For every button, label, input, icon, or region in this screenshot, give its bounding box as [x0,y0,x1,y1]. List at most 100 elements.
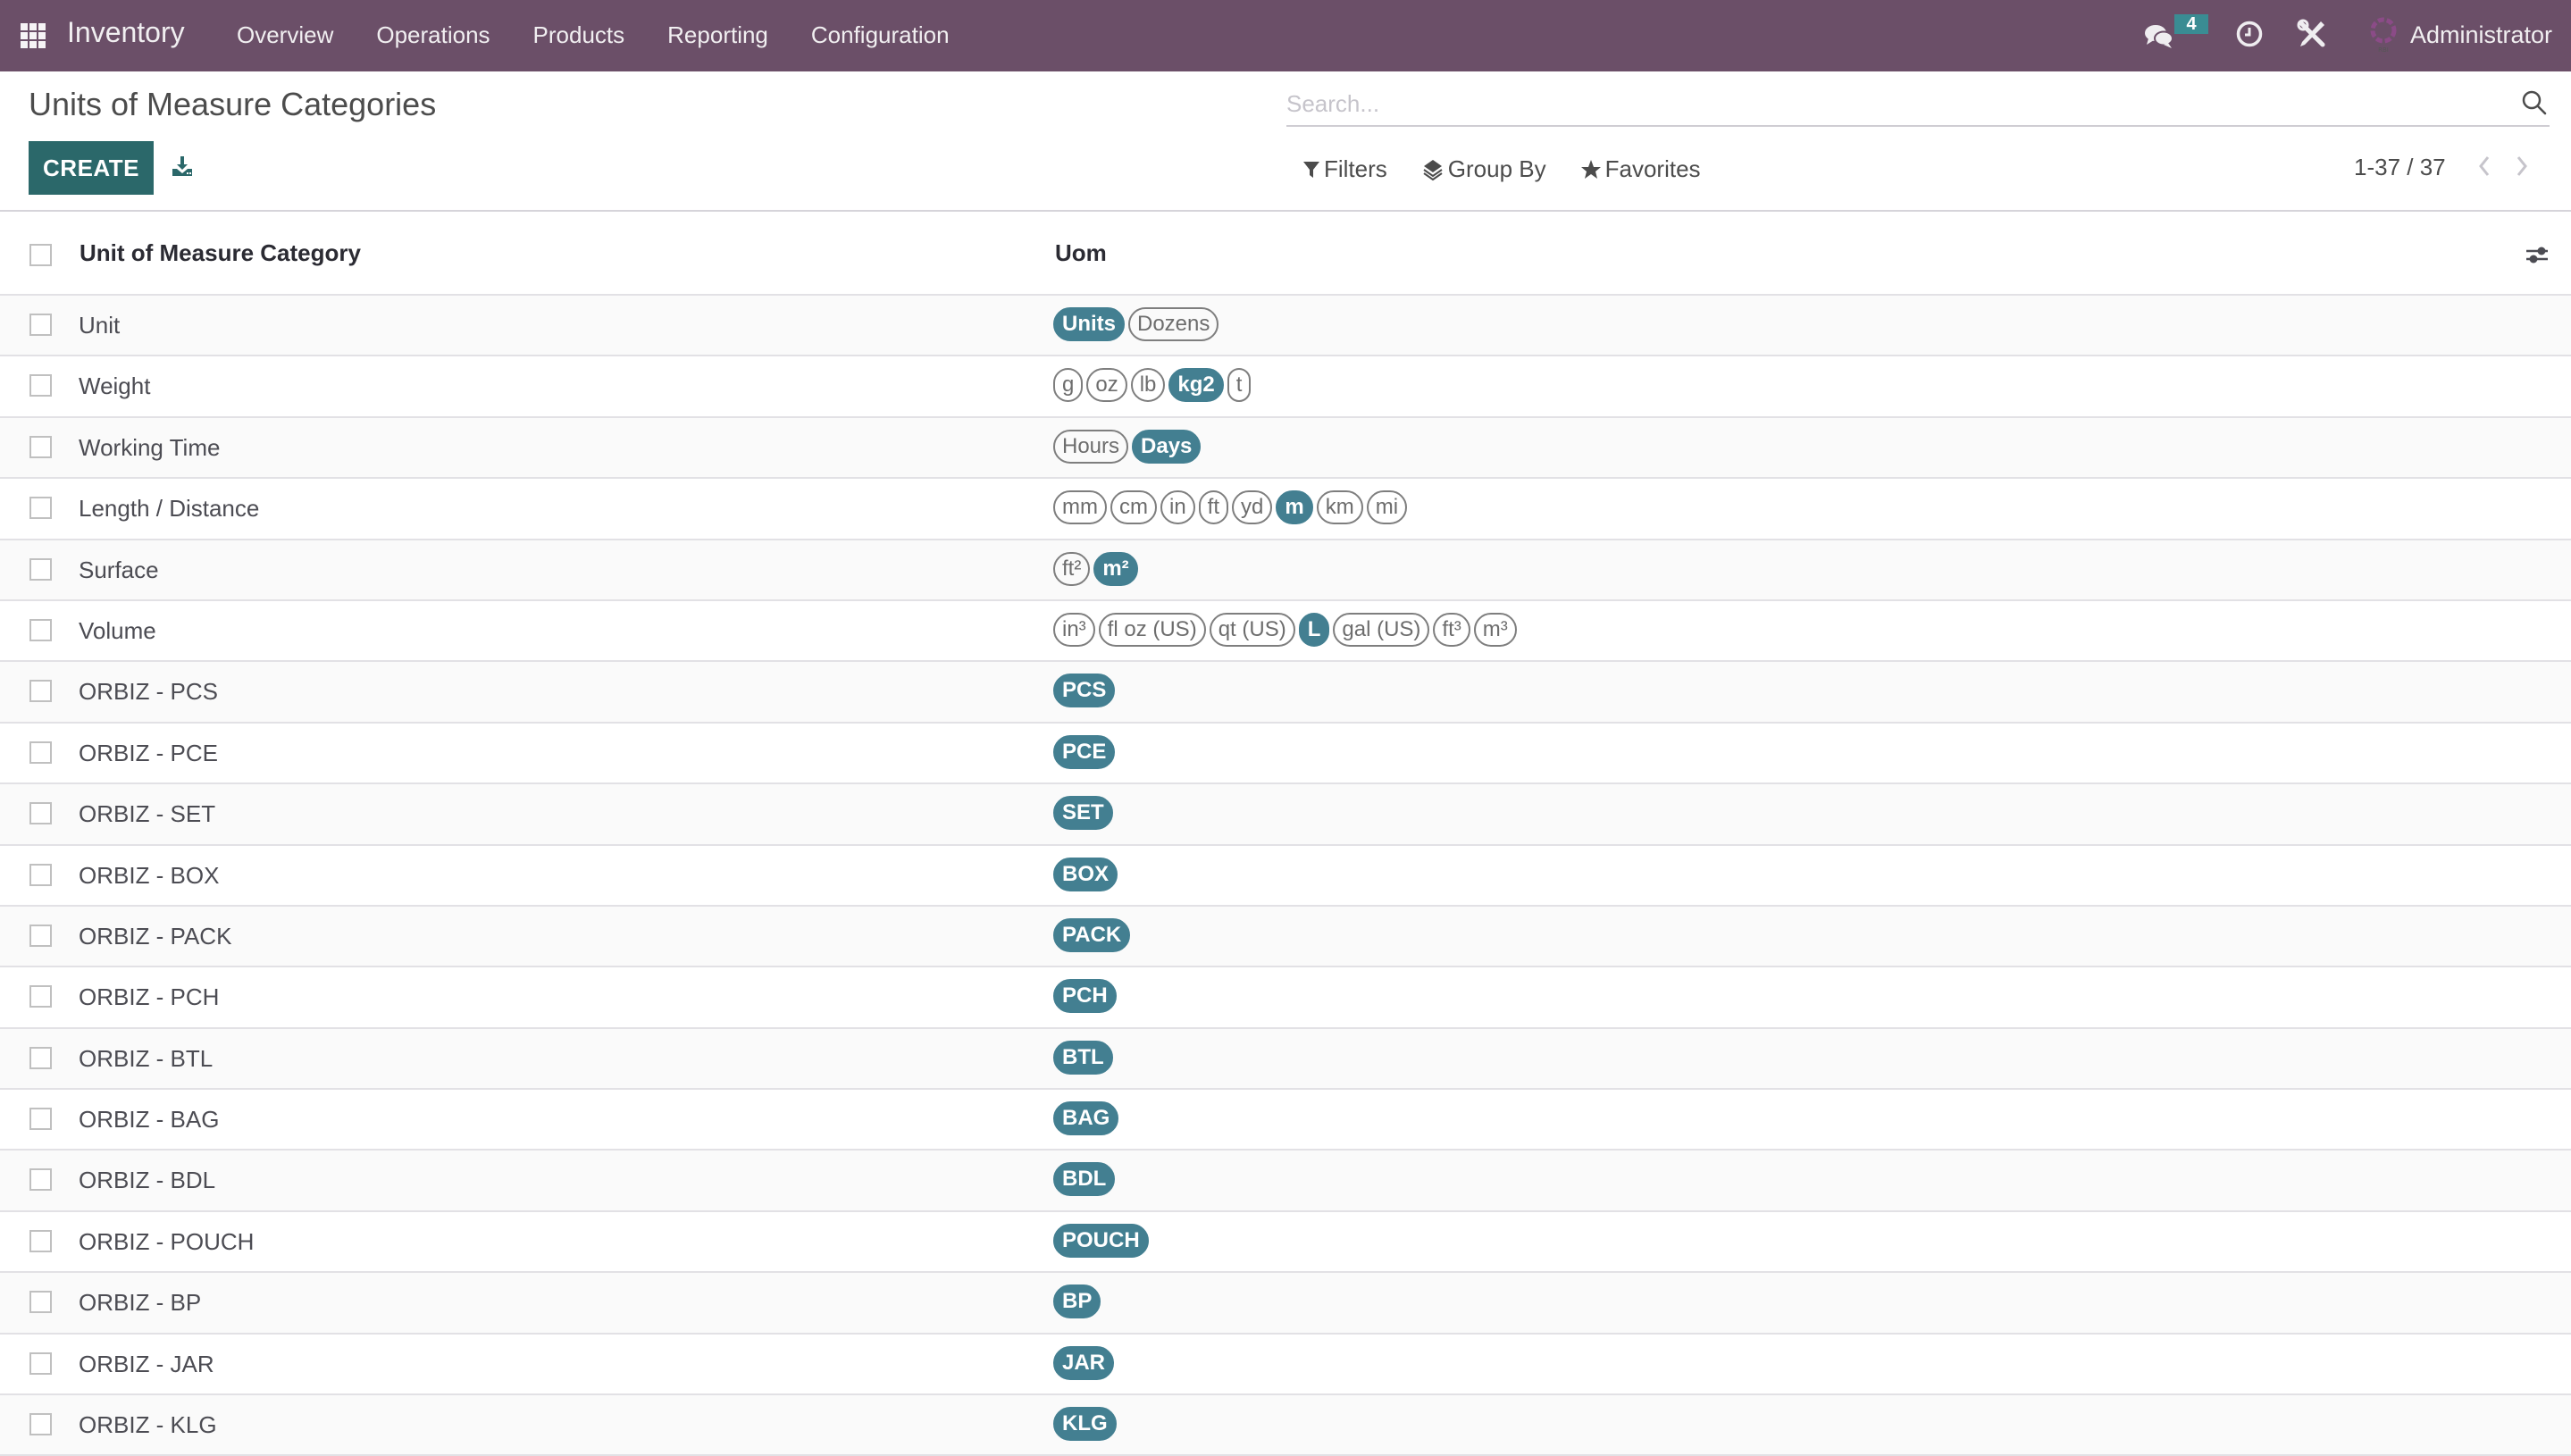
menu-item-operations[interactable]: Operations [376,21,490,49]
row-checkbox[interactable] [29,1108,52,1131]
uom-tags: Hours Days [1053,429,1202,464]
menu-item-overview[interactable]: Overview [237,21,333,49]
row-checkbox[interactable] [29,802,52,825]
uom-tag: mi [1366,490,1408,525]
row-checkbox[interactable] [29,374,52,397]
user-menu[interactable]: Administrator [2410,21,2552,49]
table-row[interactable]: Weight g oz lb kg2 t [0,356,2571,418]
category-name: Volume [79,616,156,644]
row-checkbox[interactable] [29,618,52,641]
page-title: Units of Measure Categories [29,86,437,122]
uom-tags: g oz lb kg2 t [1053,368,1252,403]
column-header-uom[interactable]: Uom [1055,239,1107,267]
optional-columns-sliders-icon[interactable] [2525,242,2550,267]
table-row[interactable]: ORBIZ - PACK PACK [0,906,2571,968]
select-all-checkbox[interactable] [29,244,52,266]
favorites-label: Favorites [1604,155,1701,182]
uom-tag-reference: L [1298,612,1330,647]
uom-tags: PACK [1053,917,1131,952]
uom-tag: lb [1130,368,1166,403]
create-button[interactable]: CREATE [29,141,154,195]
table-row[interactable]: ORBIZ - PCH PCH [0,967,2571,1029]
layers-icon [1423,159,1443,180]
uom-tag: km [1316,490,1363,525]
row-checkbox[interactable] [29,1229,52,1252]
uom-tag-reference: SET [1053,796,1113,831]
row-checkbox[interactable] [29,680,52,703]
table-row[interactable]: ORBIZ - BTL BTL [0,1028,2571,1091]
favorites-button[interactable]: Favorites [1580,155,1701,183]
table-row[interactable]: Length / Distance mm cm in ft yd m km mi [0,479,2571,540]
uom-tags: ft² m² [1053,551,1138,586]
star-icon [1580,159,1601,179]
row-checkbox[interactable] [29,1291,52,1314]
row-checkbox[interactable] [29,741,52,764]
uom-tag-reference: POUCH [1053,1223,1149,1258]
search-icon[interactable] [2521,89,2548,116]
row-checkbox[interactable] [29,1413,52,1436]
category-name: ORBIZ - KLG [79,1411,217,1439]
top-navbar: Inventory Overview Operations Products R… [0,0,2571,71]
table-body: Unit Units Dozens Weight g oz lb kg2 t Working Ti… [0,296,2571,1456]
table-row[interactable]: Working Time Hours Days [0,417,2571,480]
pager-value[interactable]: 1-37 / 37 [2354,154,2446,181]
category-name: Length / Distance [79,495,260,523]
menu-item-reporting[interactable]: Reporting [667,21,768,49]
svg-text:RBI: RBI [2378,46,2389,54]
table-row[interactable]: ORBIZ - JAR JAR [0,1334,2571,1396]
export-download-icon[interactable] [172,155,193,177]
table-row[interactable]: ORBIZ - PCS PCS [0,662,2571,724]
debug-tools-icon[interactable] [2296,18,2328,50]
pager-next-icon[interactable] [2512,154,2532,179]
table-row[interactable]: ORBIZ - BDL BDL [0,1151,2571,1212]
table-row[interactable]: Unit Units Dozens [0,296,2571,357]
uom-tags: KLG [1053,1407,1117,1442]
filters-button[interactable]: Filters [1302,155,1387,183]
row-checkbox[interactable] [29,314,52,336]
row-checkbox[interactable] [29,1168,52,1192]
uom-tags: BP [1053,1284,1101,1319]
table-row[interactable]: ORBIZ - BP BP [0,1273,2571,1335]
uom-tags: Units Dozens [1053,307,1219,341]
app-menu-grid-icon[interactable] [21,23,46,48]
category-name: ORBIZ - SET [79,800,216,828]
uom-tag: oz [1086,368,1127,403]
uom-tag: ft³ [1433,612,1470,647]
uom-tag: in³ [1053,612,1095,647]
row-checkbox[interactable] [29,924,52,947]
app-brand[interactable]: Inventory [67,16,185,49]
category-name: Weight [79,372,151,400]
column-header-category[interactable]: Unit of Measure Category [80,239,361,267]
table-row[interactable]: ORBIZ - POUCH POUCH [0,1211,2571,1274]
row-checkbox[interactable] [29,863,52,886]
company-logo-avatar[interactable]: RBI [2367,14,2399,54]
table-row[interactable]: ORBIZ - SET SET [0,784,2571,846]
search-input[interactable] [1286,86,2501,121]
table-row[interactable]: Volume in³ fl oz (US) qt (US) Lgal (US) ft³ m³ [0,600,2571,663]
menu-item-configuration[interactable]: Configuration [811,21,950,49]
row-checkbox[interactable] [29,497,52,520]
row-checkbox[interactable] [29,1351,52,1375]
table-row[interactable]: ORBIZ - BAG BAG [0,1090,2571,1151]
pager-previous-icon[interactable] [2475,154,2494,179]
row-checkbox[interactable] [29,435,52,458]
table-row[interactable]: ORBIZ - PCE PCE [0,723,2571,785]
activity-clock-icon[interactable] [2235,20,2264,48]
table-row[interactable]: ORBIZ - KLG KLG [0,1395,2571,1456]
group-by-button[interactable]: Group By [1421,155,1546,183]
uom-tag-reference: kg2 [1168,368,1224,403]
category-name: ORBIZ - PCS [79,678,219,706]
row-checkbox[interactable] [29,557,52,581]
uom-tag: m³ [1473,612,1517,647]
row-checkbox[interactable] [29,1046,52,1069]
menu-item-products[interactable]: Products [533,21,625,49]
uom-tags: in³ fl oz (US) qt (US) Lgal (US) ft³ m³ [1053,612,1517,647]
row-checkbox[interactable] [29,985,52,1008]
uom-tag: g [1053,368,1084,403]
table-row[interactable]: Surface ft² m² [0,540,2571,601]
uom-tags: BOX [1053,857,1118,891]
messages-icon[interactable] [2144,23,2174,50]
uom-tag: gal (US) [1333,612,1430,647]
table-row[interactable]: ORBIZ - BOX BOX [0,845,2571,907]
table-header: Unit of Measure Category Uom [0,212,2571,296]
